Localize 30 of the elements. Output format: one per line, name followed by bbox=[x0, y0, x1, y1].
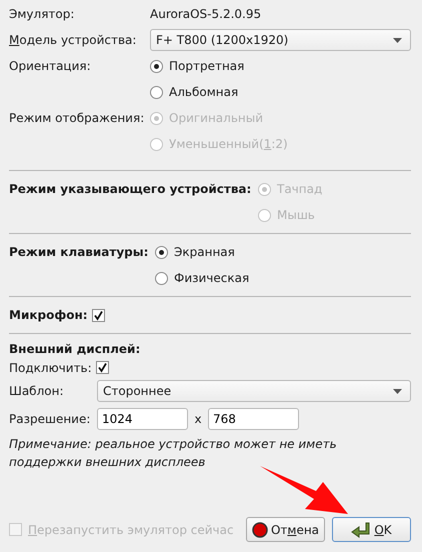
width-input[interactable]: 1024 bbox=[97, 408, 188, 430]
height-input[interactable]: 768 bbox=[208, 408, 299, 430]
field-label: Шаблон: bbox=[9, 384, 64, 398]
checkbox[interactable] bbox=[96, 361, 109, 374]
caret-icon bbox=[393, 388, 402, 394]
field-label: Модель устройства: bbox=[9, 33, 138, 47]
section-label: Микрофон: bbox=[9, 308, 88, 322]
radio-option[interactable]: Физическая bbox=[155, 271, 250, 285]
cancel-button[interactable]: Отмена bbox=[246, 517, 325, 542]
radio-option[interactable]: Экранная bbox=[155, 245, 235, 259]
field-label: Подключить: bbox=[9, 360, 92, 374]
separator-text: x bbox=[193, 412, 203, 426]
device-model-dropdown[interactable]: F+ T800 (1200x1920) bbox=[150, 29, 411, 51]
template-dropdown[interactable]: Стороннее bbox=[97, 380, 411, 402]
checkbox[interactable] bbox=[92, 308, 105, 322]
caret-icon bbox=[393, 38, 402, 42]
radio-option[interactable]: Портретная bbox=[150, 59, 244, 73]
return-arrow-icon bbox=[351, 522, 372, 538]
field-label: Режим отображения: bbox=[9, 111, 146, 125]
stop-icon bbox=[252, 522, 268, 538]
section-label: Внешний дисплей: bbox=[9, 342, 140, 356]
section-label: Режим клавиатуры: bbox=[9, 245, 150, 259]
field-label: Разрешение: bbox=[9, 412, 92, 426]
note-text: Примечание: реальное устройство может не иметь поддержки внешних дисплеев bbox=[9, 436, 338, 471]
field-label: Эмулятор: bbox=[9, 7, 76, 21]
ok-button[interactable]: OK bbox=[332, 517, 411, 542]
field-label: Ориентация: bbox=[9, 59, 92, 73]
section-label: Режим указывающего устройства: bbox=[9, 182, 252, 196]
radio-option[interactable]: Альбомная bbox=[150, 85, 238, 99]
emulator-version: AuroraOS-5.2.0.95 bbox=[150, 7, 262, 21]
